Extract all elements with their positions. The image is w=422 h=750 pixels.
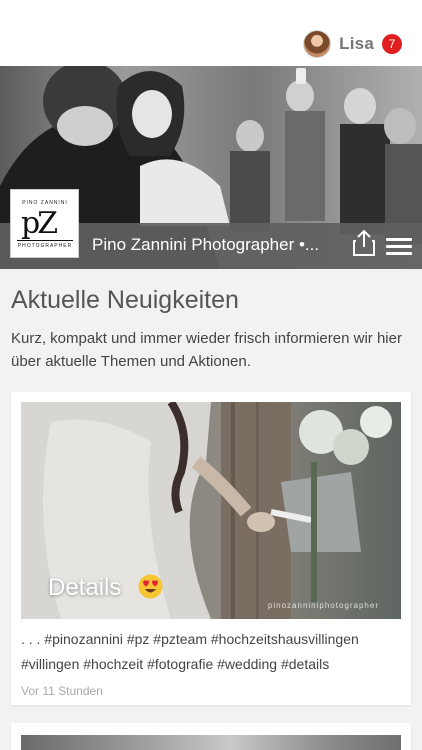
page-title[interactable]: Pino Zannini Photographer •... [92, 235, 332, 255]
news-card[interactable] [11, 723, 411, 750]
top-bar: Lisa 7 [0, 0, 422, 66]
share-icon[interactable] [352, 229, 376, 257]
notification-badge[interactable]: 7 [382, 34, 402, 54]
avatar[interactable] [303, 30, 332, 58]
heart-eyes-emoji-icon [138, 574, 163, 599]
section-description: Kurz, kompakt und immer wieder frisch in… [11, 330, 402, 370]
news-card-text: . . . #pinozannini #pz #pzteam #hochzeit… [21, 631, 359, 672]
news-card-image[interactable] [21, 735, 401, 750]
news-card-timestamp: Vor 11 Stunden [21, 684, 103, 698]
news-card[interactable]: Details pinozanniniphotographer . . . #p… [11, 392, 411, 705]
logo-divider [17, 240, 73, 241]
logo-bottom-text: PHOTOGRAPHER [17, 243, 73, 249]
logo-mark: pZ [21, 206, 58, 241]
news-card-caption: Details [48, 574, 122, 601]
news-card-image[interactable]: Details pinozanniniphotographer [21, 402, 401, 619]
hamburger-menu-icon[interactable] [386, 238, 412, 256]
photo-watermark: pinozanniniphotographer [267, 601, 379, 610]
section-title: Aktuelle Neuigkeiten [11, 286, 239, 314]
user-name[interactable]: Lisa [339, 34, 374, 54]
user-menu[interactable]: Lisa 7 [303, 30, 402, 58]
brand-logo[interactable]: PINO ZANNINI pZ PHOTOGRAPHER [10, 189, 79, 258]
